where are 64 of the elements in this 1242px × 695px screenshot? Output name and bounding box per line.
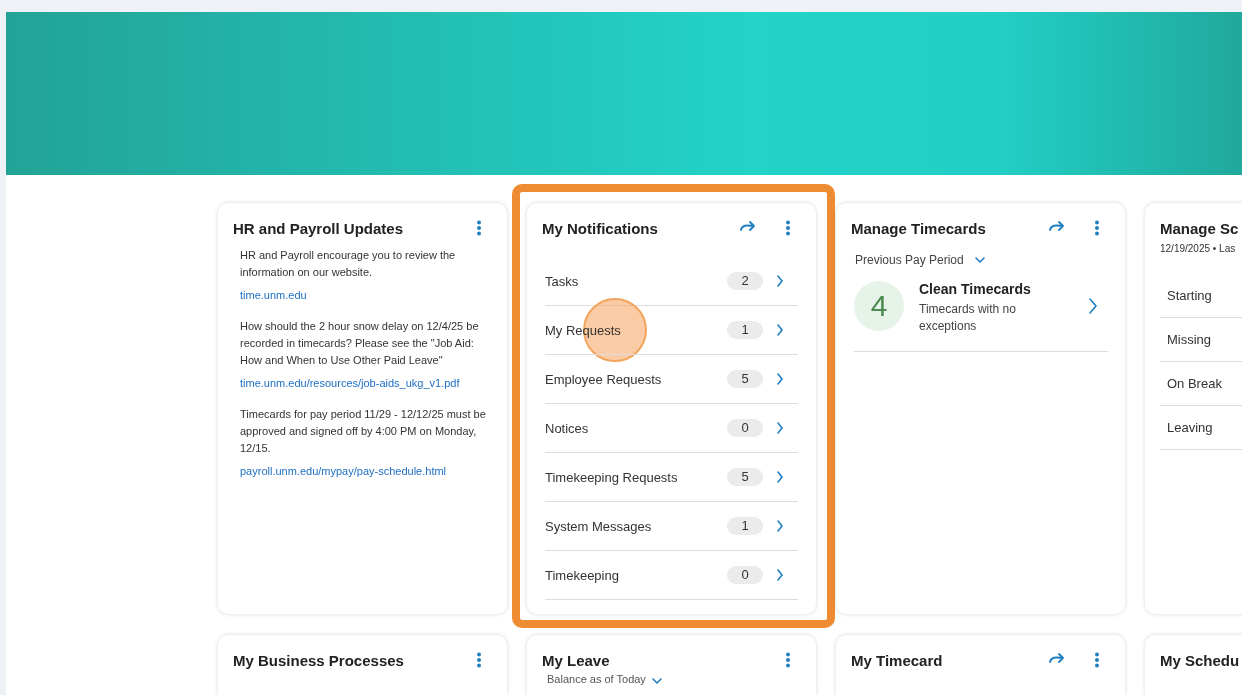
card-title: Manage Timecards	[851, 219, 986, 237]
more-options-icon[interactable]	[785, 652, 791, 668]
schedule-item[interactable]: On Break	[1160, 362, 1242, 406]
card-title: HR and Payroll Updates	[233, 219, 404, 237]
notification-item[interactable]: Notices 0	[545, 404, 798, 453]
chevron-down-icon[interactable]	[974, 256, 985, 264]
count-badge: 0	[727, 566, 763, 584]
balance-dropdown[interactable]: Balance as of Today	[542, 673, 662, 685]
chevron-right-icon[interactable]	[1088, 298, 1098, 314]
card-title: Manage Sc	[1160, 219, 1239, 237]
count-badge: 1	[727, 321, 763, 339]
notification-item[interactable]: Tasks 2	[545, 257, 798, 306]
count-badge: 2	[727, 272, 763, 290]
notification-item[interactable]: My Requests 1	[545, 306, 798, 355]
announcement-text: How should the 2 hour snow delay on 12/4/25 be recorded in timecards? Please see the "Job Aid: How and When to Use Other Paid Leave"	[240, 319, 480, 368]
notification-label: Employee Requests	[545, 371, 663, 387]
notification-label: Tasks	[545, 273, 580, 289]
period-dropdown[interactable]: Previous Pay Period	[855, 253, 985, 267]
more-options-icon[interactable]	[476, 652, 482, 668]
notification-label: Notices	[545, 420, 590, 436]
notification-item[interactable]: Employee Requests 5	[545, 355, 798, 404]
chevron-right-icon[interactable]	[776, 324, 784, 336]
more-options-icon[interactable]	[1094, 220, 1100, 236]
notification-label: My Requests	[545, 322, 622, 338]
chevron-right-icon[interactable]	[776, 471, 784, 483]
more-options-icon[interactable]	[1094, 652, 1100, 668]
card-title: My Schedu	[1160, 651, 1240, 669]
schedule-item[interactable]: Leaving	[1160, 406, 1242, 450]
more-options-icon[interactable]	[785, 220, 791, 236]
chevron-down-icon[interactable]	[651, 678, 662, 685]
notification-label: System Messages	[545, 518, 653, 534]
card-title: My Leave	[542, 651, 610, 669]
website-link[interactable]: time.unm.edu/resources/job-aids_ukg_v1.pdf	[240, 377, 460, 389]
balance-label: Balance as of Today	[547, 673, 646, 685]
notification-label: Timekeeping	[545, 567, 620, 583]
announcement-text: Timecards for pay period 11/29 - 12/12/25 must be approved and signed off by 4:00 PM on Monday, 12/15.	[240, 407, 486, 456]
period-label: Previous Pay Period	[855, 253, 964, 267]
count-badge: 5	[727, 370, 763, 388]
count-badge: 0	[727, 419, 763, 437]
count-circle: 4	[854, 281, 904, 331]
more-options-icon[interactable]	[476, 220, 482, 236]
count-badge: 1	[727, 517, 763, 535]
count-badge: 5	[727, 468, 763, 486]
card-title: My Timecard	[851, 651, 943, 669]
schedule-item[interactable]: Starting	[1160, 274, 1242, 318]
announcement-text: HR and Payroll encourage you to review the information on our website.	[240, 248, 457, 280]
card-title: My Notifications	[542, 219, 658, 237]
chevron-right-icon[interactable]	[776, 422, 784, 434]
summary-row[interactable]: 4 Clean Timecards Timecards with no exceptions	[854, 277, 1108, 352]
notification-label: Timekeeping Requests	[545, 469, 679, 485]
chevron-right-icon[interactable]	[776, 569, 784, 581]
schedule-item[interactable]: Missing	[1160, 318, 1242, 362]
notification-item[interactable]: Timekeeping Requests 5	[545, 453, 798, 502]
summary-description: Timecards with no exceptions	[919, 301, 1017, 335]
chevron-right-icon[interactable]	[776, 275, 784, 287]
chevron-right-icon[interactable]	[776, 373, 784, 385]
chevron-right-icon[interactable]	[776, 520, 784, 532]
card-title: My Business Processes	[233, 651, 404, 669]
notification-item[interactable]: Timekeeping 0	[545, 551, 798, 600]
website-link[interactable]: payroll.unm.edu/mypay/pay-schedule.html	[240, 465, 447, 477]
date-text: 12/19/2025 • Las	[1160, 243, 1237, 254]
notification-item[interactable]: System Messages 1	[545, 502, 798, 551]
website-link[interactable]: time.unm.edu	[240, 289, 307, 301]
summary-title: Clean Timecards	[919, 281, 1032, 297]
